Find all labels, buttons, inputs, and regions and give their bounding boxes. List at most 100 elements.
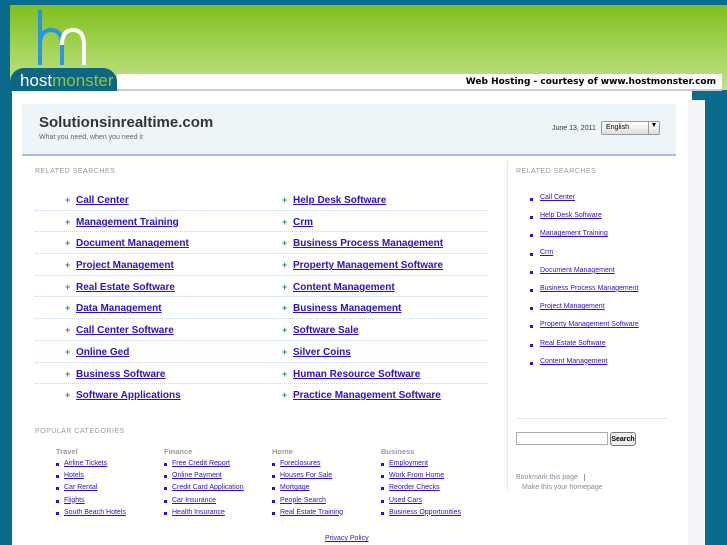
table-row: + Call Center Software + Software Sale — [35, 319, 487, 341]
category-link[interactable]: Car Rental — [64, 484, 97, 491]
sidebar-related-link[interactable]: Property Management Software — [540, 321, 639, 328]
related-link[interactable]: Online Ged — [76, 347, 129, 358]
category-link[interactable]: Health Insurance — [172, 509, 225, 516]
sidebar-related-link[interactable]: Call Center — [540, 194, 575, 201]
sidebar-related-link[interactable]: Business Process Management — [540, 285, 638, 292]
list-item: Business Process Management — [530, 285, 639, 303]
arrow-icon: + — [65, 346, 71, 357]
related-link[interactable]: Help Desk Software — [293, 195, 386, 206]
category-link[interactable]: Employment — [389, 460, 428, 467]
language-select[interactable]: English ▼ — [601, 121, 660, 135]
arrow-icon: + — [282, 368, 288, 379]
search-input[interactable] — [516, 432, 608, 445]
divider — [516, 418, 668, 419]
category-link[interactable]: Business Opportunities — [389, 509, 461, 516]
arrow-icon: + — [65, 281, 71, 292]
arrow-icon: + — [282, 281, 288, 292]
side-strip — [688, 100, 705, 545]
related-link[interactable]: Project Management — [76, 260, 174, 271]
category-column: Finance Free Credit Report Online Payment C… — [164, 447, 244, 521]
list-item: Document Management — [530, 267, 639, 285]
category-link[interactable]: Work From Home — [389, 472, 444, 479]
related-searches-list: + Call Center + Help Desk Software + Manageme… — [35, 189, 487, 406]
category-link[interactable]: Used Cars — [389, 497, 422, 504]
list-item: Business Opportunities — [381, 509, 461, 521]
list-item: Project Management — [530, 303, 639, 321]
category-link[interactable]: Free Credit Report — [172, 460, 230, 467]
category-link[interactable]: People Search — [280, 497, 326, 504]
category-link[interactable]: Airline Tickets — [64, 460, 107, 467]
category-link[interactable]: Houses For Sale — [280, 472, 332, 479]
category-column: Business Employment Work From Home Reorder … — [381, 447, 461, 521]
category-link[interactable]: Real Estate Training — [280, 509, 343, 516]
language-value: English — [606, 124, 629, 131]
table-row: + Project Management + Property Management … — [35, 254, 487, 276]
list-item: Work From Home — [381, 472, 461, 484]
category-link[interactable]: Car Insurance — [172, 497, 216, 504]
category-link[interactable]: Mortgage — [280, 484, 310, 491]
related-link[interactable]: Human Resource Software — [293, 369, 420, 380]
list-item: Crm — [530, 249, 639, 267]
related-link[interactable]: Real Estate Software — [76, 282, 175, 293]
related-link[interactable]: Call Center — [76, 195, 129, 206]
popular-categories-label: POPULAR CATEGORIES — [35, 428, 125, 435]
chevron-down-icon: ▼ — [648, 122, 659, 134]
list-item: Credit Card Application — [164, 484, 244, 496]
sidebar-related-link[interactable]: Project Management — [540, 303, 605, 310]
category-link[interactable]: Foreclosures — [280, 460, 320, 467]
sidebar-related-link[interactable]: Document Management — [540, 267, 615, 274]
related-link[interactable]: Document Management — [76, 238, 189, 249]
category-link[interactable]: Hotels — [64, 472, 84, 479]
related-link[interactable]: Practice Management Software — [293, 390, 441, 401]
related-link[interactable]: Silver Coins — [293, 347, 351, 358]
homepage-link[interactable]: Make this your homepage — [522, 484, 603, 491]
related-link[interactable]: Crm — [293, 217, 313, 228]
category-column: Home Foreclosures Houses For Sale Mortgage P… — [272, 447, 343, 521]
related-link[interactable]: Content Management — [293, 282, 395, 293]
list-item: Airline Tickets — [56, 460, 126, 472]
list-item: Management Training — [530, 230, 639, 248]
related-link[interactable]: Property Management Software — [293, 260, 443, 271]
list-item: Hotels — [56, 472, 126, 484]
related-link[interactable]: Management Training — [76, 217, 179, 228]
table-row: + Management Training + Crm — [35, 211, 487, 233]
arrow-icon: + — [282, 303, 288, 314]
arrow-icon: + — [282, 238, 288, 249]
category-title: Finance — [164, 447, 193, 456]
category-link[interactable]: South Beach Hotels — [64, 509, 126, 516]
sidebar-related-link[interactable]: Management Training — [540, 230, 608, 237]
category-link[interactable]: Flights — [64, 497, 85, 504]
arrow-icon: + — [282, 346, 288, 357]
bookmark-link[interactable]: Bookmark this page — [516, 474, 585, 481]
table-row: + Real Estate Software + Content Management — [35, 276, 487, 298]
sidebar-related-link[interactable]: Crm — [540, 249, 553, 256]
sidebar-related-list: Call Center Help Desk Software Management … — [530, 194, 639, 376]
date: June 13, 2011 — [552, 125, 596, 132]
hostmonster-logo-icon — [38, 10, 86, 65]
search-button[interactable]: Search — [610, 432, 636, 446]
related-link[interactable]: Business Software — [76, 369, 165, 380]
related-link[interactable]: Data Management — [76, 303, 162, 314]
sidebar-related-link[interactable]: Help Desk Software — [540, 212, 602, 219]
arrow-icon: + — [65, 195, 71, 205]
arrow-icon: + — [65, 238, 71, 249]
list-item: South Beach Hotels — [56, 509, 126, 521]
arrow-icon: + — [282, 325, 288, 336]
list-item: Mortgage — [272, 484, 343, 496]
related-link[interactable]: Call Center Software — [76, 325, 174, 336]
arrow-icon: + — [65, 216, 71, 227]
related-link[interactable]: Business Process Management — [293, 238, 443, 249]
list-item: Real Estate Training — [272, 509, 343, 521]
sidebar-related-link[interactable]: Real Estate Software — [540, 340, 606, 347]
category-link[interactable]: Credit Card Application — [172, 484, 244, 491]
arrow-icon: + — [282, 260, 288, 271]
sidebar-related-link[interactable]: Content Management — [540, 358, 607, 365]
list-item: Flights — [56, 497, 126, 509]
privacy-policy-link[interactable]: Privacy Policy — [325, 535, 369, 542]
related-link[interactable]: Business Management — [293, 303, 401, 314]
category-link[interactable]: Online Payment — [172, 472, 222, 479]
related-link[interactable]: Software Sale — [293, 325, 359, 336]
related-link[interactable]: Software Applications — [76, 390, 181, 401]
category-link[interactable]: Reorder Checks — [389, 484, 440, 491]
hostmonster-logo[interactable]: hostmonster — [10, 68, 117, 92]
